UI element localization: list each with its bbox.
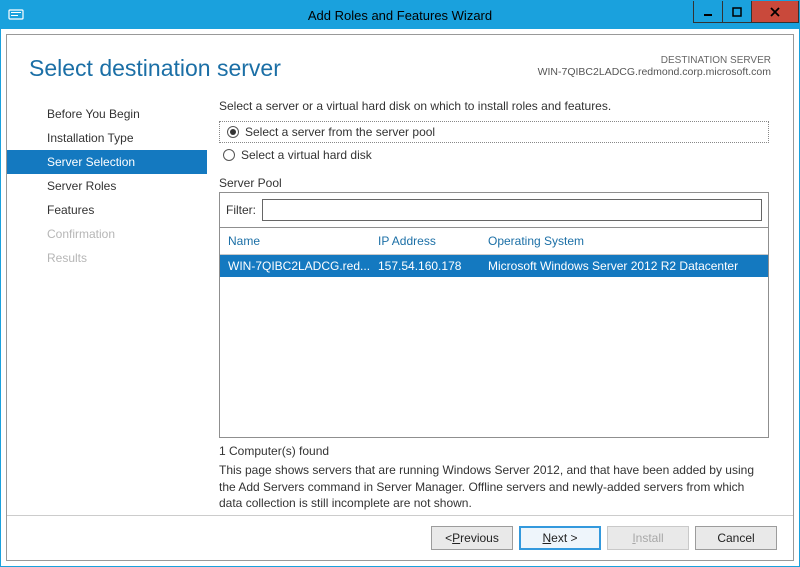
grid-blank [220, 277, 768, 437]
destination-value: WIN-7QIBC2LADCG.redmond.corp.microsoft.c… [538, 66, 771, 78]
server-pool-label: Server Pool [219, 176, 769, 190]
footer: < Previous Next > Install Cancel [7, 515, 793, 560]
nav-server-selection[interactable]: Server Selection [7, 150, 207, 174]
grid-header: Name IP Address Operating System [220, 228, 768, 255]
minimize-button[interactable] [693, 1, 723, 23]
body: Before You Begin Installation Type Serve… [7, 94, 793, 515]
intro-text: Select a server or a virtual hard disk o… [219, 97, 769, 121]
computers-found: 1 Computer(s) found [219, 438, 769, 462]
cancel-button[interactable]: Cancel [695, 526, 777, 550]
nav-confirmation: Confirmation [7, 222, 207, 246]
cell-name: WIN-7QIBC2LADCG.red... [228, 259, 378, 273]
install-button: Install [607, 526, 689, 550]
window-title: Add Roles and Features Wizard [1, 8, 799, 23]
destination-label: DESTINATION SERVER [538, 55, 771, 66]
cell-ip: 157.54.160.178 [378, 259, 488, 273]
previous-button[interactable]: < Previous [431, 526, 513, 550]
description-text: This page shows servers that are running… [219, 462, 769, 511]
main-panel: Select a server or a virtual hard disk o… [207, 94, 793, 515]
col-name[interactable]: Name [228, 234, 378, 248]
nav-before-you-begin[interactable]: Before You Begin [7, 102, 207, 126]
radio-server-pool-label: Select a server from the server pool [245, 125, 435, 139]
radio-vhd-row[interactable]: Select a virtual hard disk [219, 146, 769, 164]
titlebar: Add Roles and Features Wizard [1, 1, 799, 29]
content-frame: Select destination server DESTINATION SE… [6, 34, 794, 561]
grid-row[interactable]: WIN-7QIBC2LADCG.red... 157.54.160.178 Mi… [220, 255, 768, 277]
nav-results: Results [7, 246, 207, 270]
cell-os: Microsoft Windows Server 2012 R2 Datacen… [488, 259, 760, 273]
radio-icon [227, 126, 239, 138]
next-button[interactable]: Next > [519, 526, 601, 550]
wizard-nav: Before You Begin Installation Type Serve… [7, 94, 207, 515]
col-ip[interactable]: IP Address [378, 234, 488, 248]
window-controls [694, 1, 799, 23]
destination-server-block: DESTINATION SERVER WIN-7QIBC2LADCG.redmo… [538, 55, 771, 78]
maximize-button[interactable] [722, 1, 752, 23]
filter-input[interactable] [262, 199, 762, 221]
nav-server-roles[interactable]: Server Roles [7, 174, 207, 198]
header: Select destination server DESTINATION SE… [7, 35, 793, 94]
filter-label: Filter: [226, 203, 256, 217]
filter-box: Filter: [219, 192, 769, 228]
nav-features[interactable]: Features [7, 198, 207, 222]
radio-icon [223, 149, 235, 161]
radio-server-pool-row[interactable]: Select a server from the server pool [219, 121, 769, 143]
server-grid: Name IP Address Operating System WIN-7QI… [219, 228, 769, 438]
col-os[interactable]: Operating System [488, 234, 760, 248]
nav-installation-type[interactable]: Installation Type [7, 126, 207, 150]
wizard-window: Add Roles and Features Wizard Select des… [0, 0, 800, 567]
close-button[interactable] [751, 1, 799, 23]
radio-vhd-label: Select a virtual hard disk [241, 148, 372, 162]
page-title: Select destination server [29, 55, 281, 82]
